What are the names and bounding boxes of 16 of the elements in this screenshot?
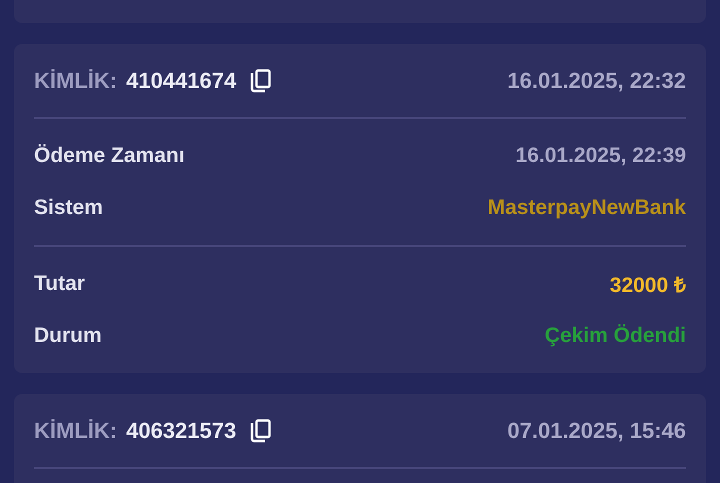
id-label: KİMLİK:: [34, 68, 118, 94]
id-label: KİMLİK:: [34, 418, 118, 444]
field-value: 32000 ₺: [610, 273, 686, 298]
copy-icon[interactable]: [250, 418, 272, 442]
transaction-id: 410441674: [126, 68, 236, 94]
created-date: 07.01.2025, 15:46: [507, 418, 686, 444]
field-label: Tutar: [34, 272, 85, 296]
field-label: Ödeme Zamanı: [34, 144, 185, 168]
field-label: Sistem: [34, 196, 103, 220]
field-value: MasterpayNewBank: [488, 196, 686, 220]
field-label: Durum: [34, 324, 102, 348]
transaction-id: 406321573: [126, 418, 236, 444]
created-date: 16.01.2025, 22:32: [507, 68, 686, 94]
copy-icon[interactable]: [250, 68, 272, 92]
field-value: 16.01.2025, 22:39: [516, 144, 686, 168]
field-value: Çekim Ödendi: [544, 324, 686, 348]
